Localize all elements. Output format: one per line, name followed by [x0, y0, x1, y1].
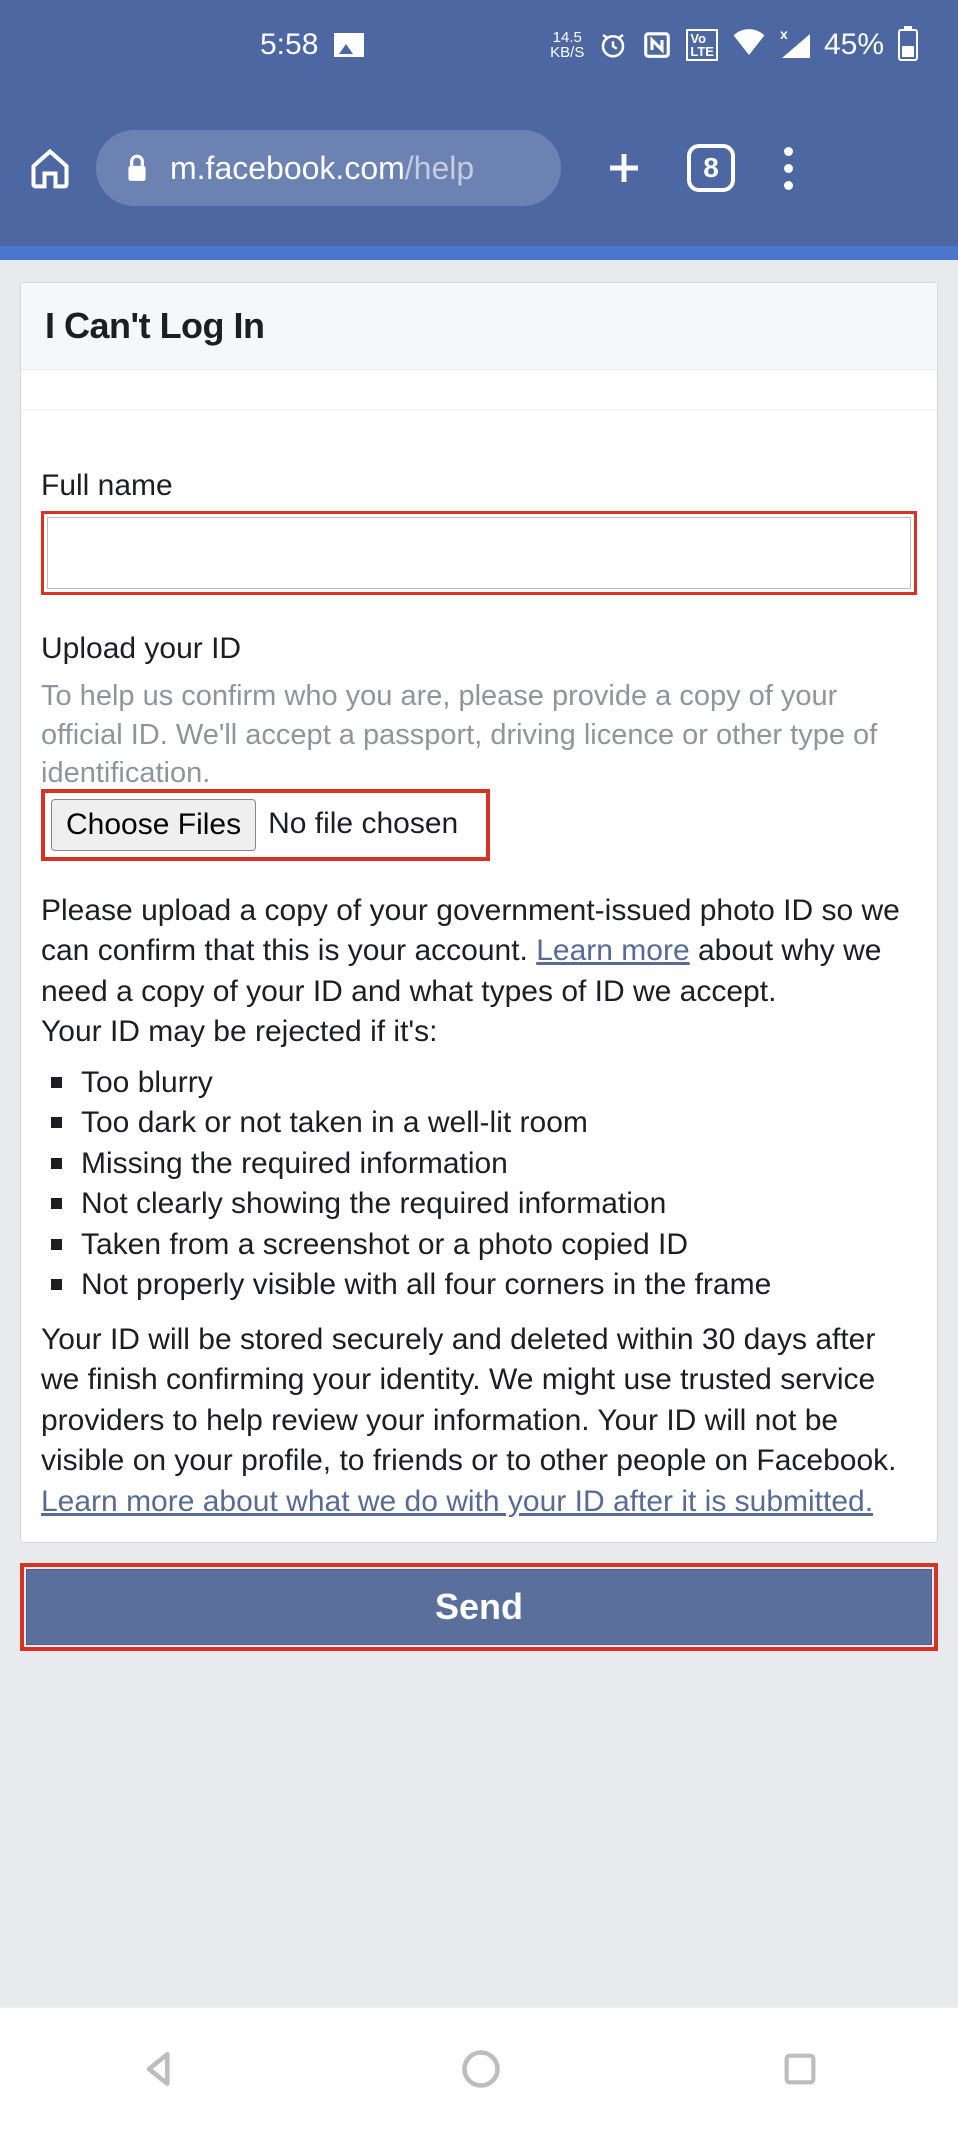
- choose-files-button[interactable]: Choose Files: [51, 799, 256, 851]
- rejection-reasons-list: Too blurry Too dark or not taken in a we…: [51, 1063, 917, 1306]
- volte-icon: Vo LTE: [686, 29, 718, 61]
- send-highlight-wrap: Send: [20, 1563, 938, 1651]
- fb-accent-strip: [0, 246, 958, 260]
- rejected-intro: Your ID may be rejected if it's:: [41, 1015, 437, 1048]
- back-icon[interactable]: [138, 2047, 182, 2091]
- android-status-bar: 5:58 14.5KB/S Vo LTE x 45%: [0, 0, 958, 90]
- full-name-label: Full name: [41, 466, 917, 507]
- screenshot-icon: [334, 33, 364, 57]
- list-item: Not properly visible with all four corne…: [51, 1265, 917, 1306]
- file-chooser-highlight: Choose Files No file chosen: [41, 789, 490, 861]
- more-menu-icon[interactable]: [783, 147, 793, 190]
- help-card: I Can't Log In Full name Upload your ID …: [20, 282, 938, 1543]
- wifi-icon: [732, 27, 766, 63]
- home-nav-icon[interactable]: [459, 2047, 503, 2091]
- battery-icon: [898, 29, 918, 61]
- network-speed: 14.5KB/S: [550, 30, 584, 60]
- storage-para: Your ID will be stored securely and dele…: [41, 1320, 917, 1482]
- card-header: I Can't Log In: [21, 283, 937, 370]
- page-title: I Can't Log In: [45, 305, 913, 347]
- upload-id-label: Upload your ID: [41, 629, 917, 670]
- url-domain: m.facebook.com: [170, 150, 405, 186]
- file-status: No file chosen: [268, 804, 458, 845]
- upload-id-hint: To help us confirm who you are, please p…: [41, 677, 917, 793]
- tabs-button[interactable]: 8: [687, 144, 735, 192]
- battery-percentage: 45%: [824, 28, 884, 62]
- full-name-input[interactable]: [47, 517, 911, 589]
- lock-icon: [124, 153, 150, 183]
- chrome-toolbar: m.facebook.com/help 8: [0, 90, 958, 246]
- header-spacer: [21, 370, 937, 410]
- list-item: Too dark or not taken in a well-lit room: [51, 1103, 917, 1144]
- new-tab-icon[interactable]: [603, 147, 645, 189]
- page-body: I Can't Log In Full name Upload your ID …: [0, 260, 958, 2007]
- clock-time: 5:58: [260, 28, 318, 62]
- send-button[interactable]: Send: [26, 1569, 932, 1645]
- full-name-highlight: [41, 511, 917, 595]
- signal-icon: x: [780, 32, 810, 58]
- list-item: Taken from a screenshot or a photo copie…: [51, 1225, 917, 1266]
- home-icon[interactable]: [28, 146, 72, 190]
- url-bar[interactable]: m.facebook.com/help: [96, 130, 561, 206]
- nfc-icon: [642, 30, 672, 60]
- id-instructions: Please upload a copy of your government-…: [41, 891, 917, 1053]
- learn-more-link[interactable]: Learn more: [536, 934, 689, 967]
- alarm-icon: [598, 30, 628, 60]
- url-path: /help: [405, 150, 474, 186]
- list-item: Missing the required information: [51, 1144, 917, 1185]
- recents-icon[interactable]: [780, 2049, 820, 2089]
- list-item: Not clearly showing the required informa…: [51, 1184, 917, 1225]
- list-item: Too blurry: [51, 1063, 917, 1104]
- learn-more-id-link[interactable]: Learn more about what we do with your ID…: [41, 1482, 917, 1523]
- android-nav-bar: [0, 2007, 958, 2129]
